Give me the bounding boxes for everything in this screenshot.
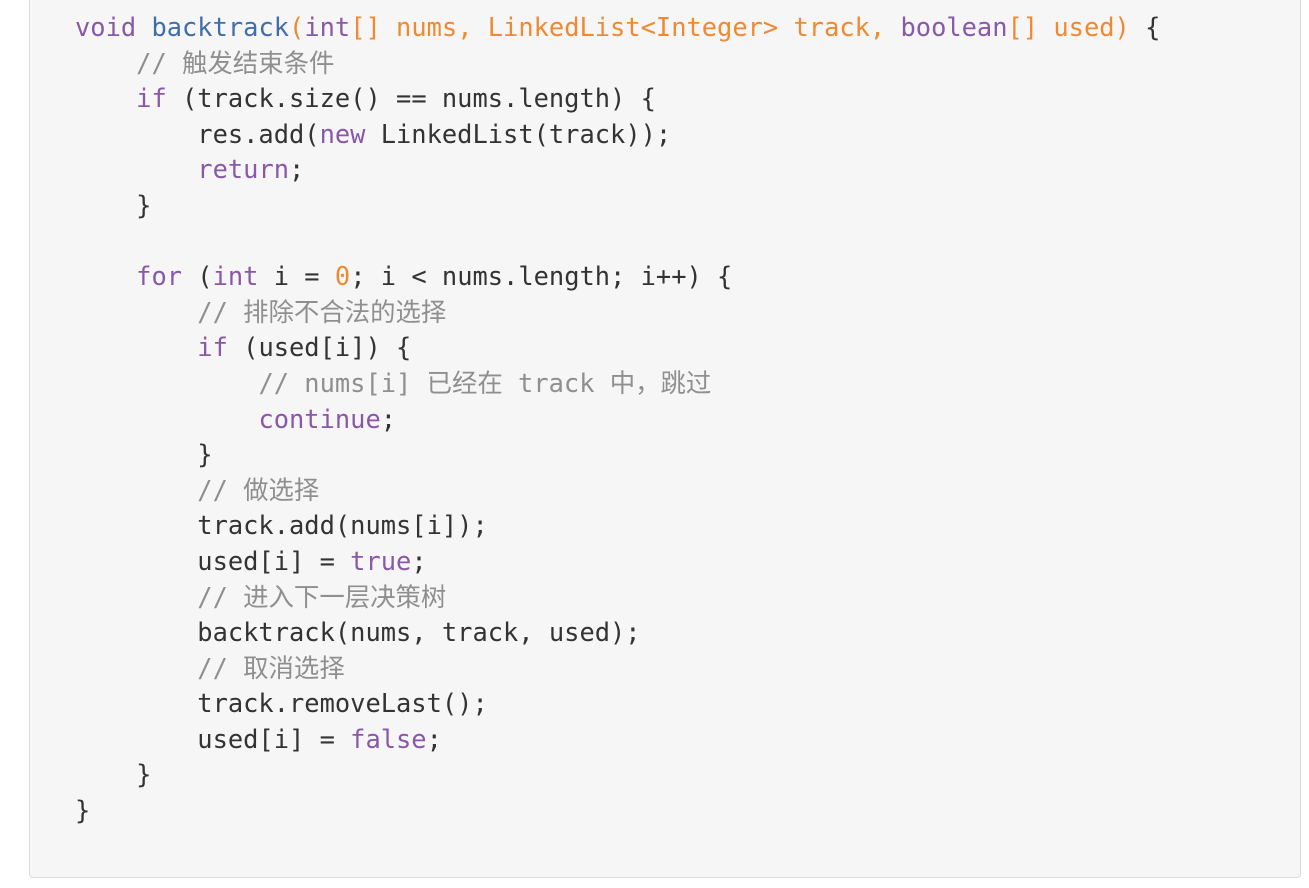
code-text: i =: [258, 261, 335, 292]
params: (: [289, 12, 305, 42]
comment: // 排除不合法的选择: [197, 296, 447, 327]
code-line: track.removeLast();: [75, 686, 1160, 722]
code-text: used[i] =: [75, 545, 351, 576]
code-text: track.removeLast();: [75, 688, 488, 719]
code-text: }: [75, 795, 91, 826]
code-text: {: [1129, 12, 1161, 42]
code-line: // 做选择: [75, 473, 1160, 509]
code-text: ; i < nums.length; i++) {: [350, 261, 733, 292]
code-text: }: [75, 759, 152, 790]
comment: // nums[i] 已经在 track 中，跳过: [258, 367, 712, 398]
code-text: backtrack(nums, track, used);: [75, 617, 641, 648]
code-line: }: [75, 188, 1160, 224]
code-text: (: [182, 261, 213, 292]
code-line: continue;: [75, 402, 1160, 438]
code-line: }: [75, 757, 1160, 793]
code-line: void backtrack(int[] nums, LinkedList<In…: [75, 10, 1160, 46]
code-text: ;: [380, 403, 397, 434]
params: [] used): [1007, 12, 1130, 42]
code-block: void backtrack(int[] nums, LinkedList<In…: [29, 0, 1301, 878]
code-line: used[i] = true;: [75, 544, 1160, 580]
keyword: return: [197, 154, 290, 185]
code-line: track.add(nums[i]);: [75, 508, 1160, 544]
code-text: }: [75, 189, 152, 220]
code-text: (used[i]) {: [227, 332, 412, 363]
type: int: [212, 261, 259, 292]
code-line: // 进入下一层决策树: [75, 580, 1160, 616]
comment: // 触发结束条件: [136, 47, 335, 78]
code-line: return;: [75, 152, 1160, 188]
code-line: // 取消选择: [75, 651, 1160, 687]
code-line: // 触发结束条件: [75, 46, 1160, 82]
code-line: for (int i = 0; i < nums.length; i++) {: [75, 259, 1160, 295]
function-name: backtrack: [151, 12, 290, 42]
comment: // 进入下一层决策树: [197, 581, 447, 612]
code-text: LinkedList(track));: [365, 118, 672, 149]
code-line: }: [75, 793, 1160, 829]
code-line: // nums[i] 已经在 track 中，跳过: [75, 366, 1160, 402]
code-line: used[i] = false;: [75, 722, 1160, 758]
type: int: [304, 12, 351, 42]
code-text: }: [75, 439, 213, 470]
code-listing: void backtrack(int[] nums, LinkedList<In…: [75, 10, 1160, 829]
code-text: res.add(: [75, 118, 320, 149]
keyword: if: [197, 332, 228, 363]
code-text: ;: [289, 154, 305, 185]
keyword: void: [75, 12, 137, 42]
params: [] nums, LinkedList<Integer> track,: [350, 12, 901, 42]
code-line: backtrack(nums, track, used);: [75, 615, 1160, 651]
keyword: false: [350, 723, 427, 754]
keyword: continue: [258, 403, 381, 434]
comment: // 做选择: [197, 474, 320, 505]
type: boolean: [900, 12, 1008, 42]
code-line: if (used[i]) {: [75, 330, 1160, 366]
code-line: }: [75, 437, 1160, 473]
code-line: // 排除不合法的选择: [75, 295, 1160, 331]
code-text: used[i] =: [75, 723, 351, 754]
number: 0: [334, 261, 351, 292]
code-line: if (track.size() == nums.length) {: [75, 81, 1160, 117]
code-text: (track.size() == nums.length) {: [166, 83, 656, 114]
keyword: for: [136, 261, 183, 292]
code-line: res.add(new LinkedList(track));: [75, 117, 1160, 153]
comment: // 取消选择: [197, 652, 345, 683]
keyword: true: [350, 545, 412, 576]
code-text: ;: [411, 545, 427, 576]
keyword: new: [319, 118, 366, 149]
code-text: track.add(nums[i]);: [75, 510, 488, 541]
code-text: ;: [426, 723, 442, 754]
keyword: if: [136, 83, 167, 114]
